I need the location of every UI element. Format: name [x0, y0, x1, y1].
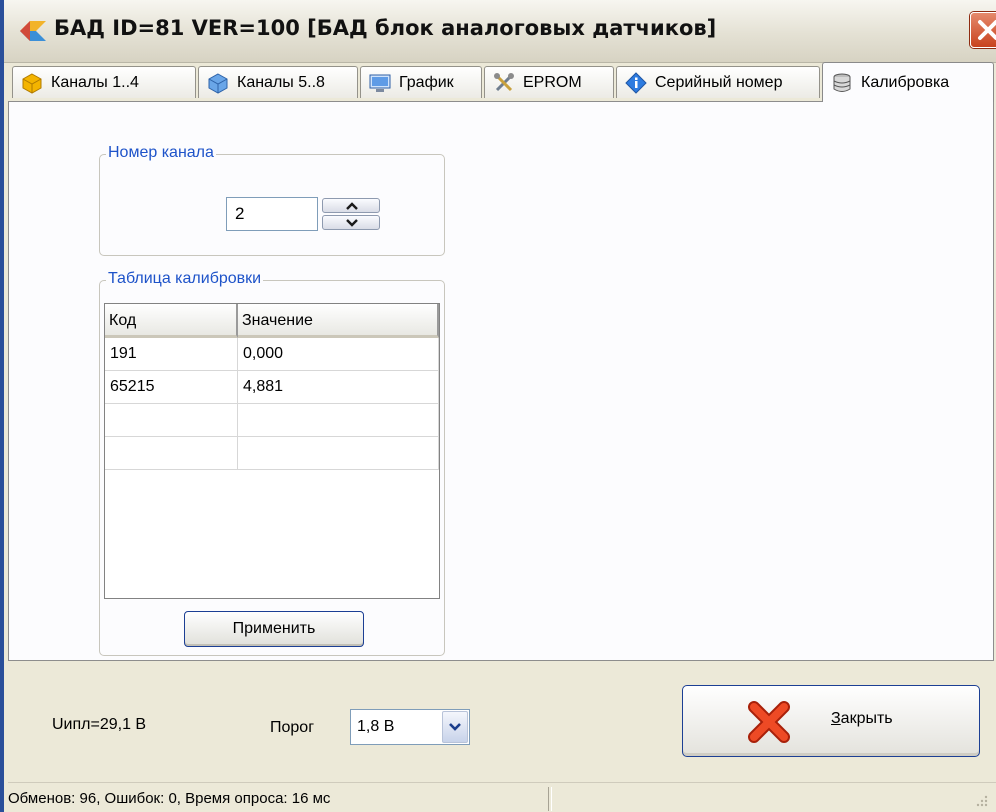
channel-number-group: Номер канала 2: [99, 144, 445, 256]
calibration-table-group: Таблица калибровки Код Значение 191 0,00…: [99, 270, 445, 656]
table-cell-value[interactable]: [238, 437, 439, 470]
application-window: БАД ID=81 VER=100 [БАД блок аналоговых д…: [0, 0, 996, 812]
tab-label: Каналы 5..8: [237, 73, 325, 91]
status-separator: [548, 787, 552, 811]
stepper-up-button[interactable]: [322, 198, 380, 213]
window-title: БАД ID=81 VER=100 [БАД блок аналоговых д…: [54, 16, 717, 40]
table-cell-code[interactable]: [105, 404, 238, 437]
tools-icon: [494, 72, 514, 91]
tab-calibration[interactable]: Калибровка: [822, 62, 994, 102]
database-icon: [833, 73, 851, 92]
tab-label: Серийный номер: [655, 73, 783, 91]
tab-channels-5-8[interactable]: Каналы 5..8: [198, 66, 358, 98]
calibration-panel: Номер канала 2 Таблица калибровки Код Зн…: [8, 101, 994, 661]
title-bar[interactable]: БАД ID=81 VER=100 [БАД блок аналоговых д…: [4, 0, 996, 63]
close-icon: [978, 20, 996, 40]
supply-voltage-label: Uипл=29,1 В: [52, 716, 147, 733]
tab-strip: Каналы 1..4 Каналы 5..8 График EPROM Сер…: [8, 62, 996, 102]
chevron-down-icon: [346, 219, 358, 227]
table-cell-code[interactable]: [105, 437, 238, 470]
chevron-down-icon: [449, 723, 461, 731]
table-cell-value[interactable]: 4,881: [238, 371, 439, 404]
stepper-down-button[interactable]: [322, 215, 380, 230]
calibration-table[interactable]: Код Значение 191 0,000 65215 4,881: [104, 303, 440, 599]
tab-label: Калибровка: [861, 73, 950, 91]
tab-label: Каналы 1..4: [51, 73, 139, 91]
status-bar: Обменов: 96, Ошибок: 0, Время опроса: 16…: [8, 782, 996, 812]
tab-label: EPROM: [523, 73, 582, 91]
table-cell-code[interactable]: 191: [105, 338, 238, 371]
threshold-select[interactable]: 1,8 В: [350, 709, 470, 745]
bottom-panel: Uипл=29,1 В Порог 1,8 В Закрыть: [8, 661, 996, 782]
chevron-up-icon: [346, 202, 358, 210]
channel-number-stepper: [322, 198, 380, 230]
tab-graph[interactable]: График: [360, 66, 482, 98]
threshold-dropdown-button[interactable]: [442, 711, 468, 743]
threshold-value: 1,8 В: [357, 718, 395, 735]
close-button-label: Закрыть: [831, 710, 893, 727]
table-cell-value[interactable]: [238, 404, 439, 437]
monitor-icon: [369, 74, 391, 92]
status-text: Обменов: 96, Ошибок: 0, Время опроса: 16…: [8, 790, 331, 807]
window-close-button[interactable]: [970, 12, 996, 48]
table-cell-code[interactable]: 65215: [105, 371, 238, 404]
calibration-group-legend: Таблица калибровки: [106, 270, 264, 288]
red-x-icon: [748, 701, 790, 743]
close-button[interactable]: Закрыть: [682, 685, 980, 757]
column-header-code[interactable]: Код: [105, 304, 238, 338]
column-header-value[interactable]: Значение: [238, 304, 439, 338]
yellow-box-icon: [22, 72, 42, 94]
blue-box-icon: [208, 72, 228, 94]
channel-number-input[interactable]: 2: [226, 197, 318, 231]
tab-eprom[interactable]: EPROM: [484, 66, 614, 98]
channel-group-legend: Номер канала: [106, 144, 216, 162]
tab-channels-1-4[interactable]: Каналы 1..4: [12, 66, 196, 98]
info-icon: [625, 71, 647, 94]
resize-grip-icon[interactable]: [974, 793, 988, 807]
tab-label: График: [399, 73, 454, 91]
threshold-label: Порог: [270, 719, 315, 736]
table-cell-value[interactable]: 0,000: [238, 338, 439, 371]
apply-button[interactable]: Применить: [184, 611, 364, 647]
tab-serial-number[interactable]: Серийный номер: [616, 66, 820, 98]
app-icon: [20, 21, 46, 41]
